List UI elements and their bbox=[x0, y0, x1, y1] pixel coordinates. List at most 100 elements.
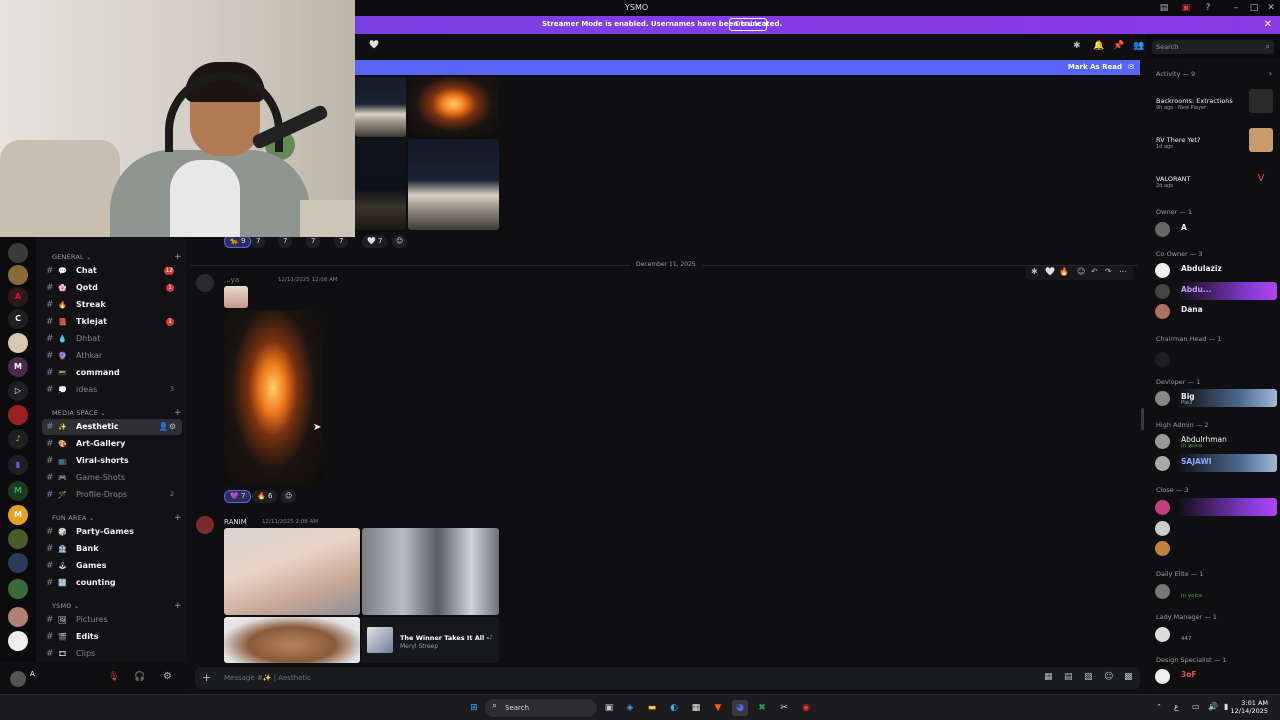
gif-icon[interactable]: ▤ bbox=[1064, 672, 1073, 682]
gallery-image[interactable] bbox=[355, 77, 406, 137]
minimize-icon[interactable]: – bbox=[1230, 2, 1242, 14]
channel-games[interactable]: # 🕹 Games bbox=[42, 558, 182, 574]
channel-art-gallery[interactable]: # 🎨 Art-Gallery bbox=[42, 436, 182, 452]
reaction-pill[interactable]: 🔥 6 bbox=[252, 490, 278, 503]
member-item[interactable] bbox=[1153, 539, 1277, 557]
member-item[interactable]: SAJAWI bbox=[1153, 454, 1277, 472]
taskbar-clock[interactable]: 3:01 AM 12/14/2025 bbox=[1231, 699, 1268, 715]
heart-reaction-icon[interactable]: 🤍 bbox=[1045, 267, 1055, 276]
channel-streak[interactable]: # 🔥 Streak bbox=[42, 297, 182, 313]
channel-counting[interactable]: # 🔢 counting bbox=[42, 575, 182, 591]
channel-profile-drops[interactable]: # 🪄 Profile-Drops 2 bbox=[42, 487, 182, 503]
sticker-image[interactable] bbox=[224, 286, 248, 308]
forward-icon[interactable]: ↷ bbox=[1105, 267, 1112, 276]
channel-edits[interactable]: # 🎬 Edits bbox=[42, 629, 182, 645]
capcut-icon[interactable]: ✂ bbox=[776, 700, 792, 716]
server-icon[interactable] bbox=[8, 553, 28, 573]
channel-bank[interactable]: # 🏦 Bank bbox=[42, 541, 182, 557]
add-channel-icon[interactable]: + bbox=[174, 408, 182, 418]
attach-plus-icon[interactable]: + bbox=[202, 671, 211, 684]
server-icon[interactable] bbox=[8, 631, 28, 651]
server-icon[interactable]: M bbox=[8, 505, 28, 525]
network-icon[interactable]: ▭ bbox=[1192, 702, 1200, 711]
category-ysmo[interactable]: YSMO ⌄ + bbox=[52, 601, 182, 611]
server-icon[interactable]: ▮ bbox=[8, 455, 28, 475]
react-icon[interactable]: ✱ bbox=[1031, 267, 1038, 276]
channel-ideas[interactable]: # 💭 ideas 3 bbox=[42, 382, 182, 398]
add-channel-icon[interactable]: + bbox=[174, 513, 182, 523]
add-channel-icon[interactable]: + bbox=[174, 601, 182, 611]
inbox-icon[interactable]: ▤ bbox=[1158, 2, 1170, 14]
add-reaction-icon[interactable]: ☺ bbox=[281, 490, 297, 503]
discord-icon[interactable]: ◕ bbox=[732, 700, 748, 716]
threads-icon[interactable]: ✱ bbox=[1073, 41, 1081, 51]
server-icon[interactable] bbox=[8, 579, 28, 599]
close-banner-icon[interactable]: ✕ bbox=[1264, 19, 1272, 30]
message-image[interactable] bbox=[362, 528, 499, 615]
member-item[interactable]: Abdu... bbox=[1153, 282, 1277, 300]
member-item[interactable]: 3oF bbox=[1153, 667, 1277, 685]
member-list-icon[interactable]: 👥 bbox=[1133, 41, 1144, 51]
channel-viral-shorts[interactable]: # 📺 Viral-shorts bbox=[42, 453, 182, 469]
server-icon[interactable]: C bbox=[8, 309, 28, 329]
close-window-icon[interactable]: ✕ bbox=[1265, 2, 1277, 14]
windows-start-icon[interactable]: ⊞ bbox=[466, 700, 482, 716]
channel-party-games[interactable]: # 🎲 Party-Games bbox=[42, 524, 182, 540]
sticker-icon[interactable]: ▧ bbox=[1084, 672, 1093, 682]
excel-icon[interactable]: ✖ bbox=[754, 700, 770, 716]
channel-athkar[interactable]: # 🔮 Athkar bbox=[42, 348, 182, 364]
member-item[interactable]: 447 bbox=[1153, 625, 1277, 643]
music-card[interactable]: The Winner Takes It All - Meryl Streep ♪ bbox=[362, 617, 499, 663]
category-fun-area[interactable]: FUN AREA ⌄ + bbox=[52, 513, 182, 523]
member-item[interactable]: A bbox=[1153, 220, 1277, 238]
mute-mic-icon[interactable]: 🎙 bbox=[108, 672, 119, 682]
member-item[interactable]: Abdulaziz bbox=[1153, 261, 1277, 279]
tray-chevron-icon[interactable]: ⌃ bbox=[1156, 703, 1162, 711]
category-general[interactable]: GENERAL ⌄ + bbox=[52, 252, 182, 262]
gallery-image[interactable] bbox=[408, 77, 499, 137]
server-icon[interactable] bbox=[8, 405, 28, 425]
add-channel-icon[interactable]: + bbox=[174, 252, 182, 262]
category-media-space[interactable]: MEDIA SPACE ⌄ + bbox=[52, 408, 182, 418]
server-icon[interactable]: A bbox=[8, 287, 28, 307]
copilot-icon[interactable]: ◈ bbox=[622, 700, 638, 716]
add-reaction-icon[interactable]: ☺ bbox=[1077, 267, 1085, 276]
channel-tklejat[interactable]: # 📕 Tklejat 1 bbox=[42, 314, 182, 330]
channel-pictures[interactable]: # 🖼 Pictures bbox=[42, 612, 182, 628]
taskbar-search[interactable]: ⌕ Search bbox=[485, 699, 597, 717]
edge-icon[interactable]: ◐ bbox=[666, 700, 682, 716]
deafen-icon[interactable]: 🎧 bbox=[134, 672, 145, 682]
store-icon[interactable]: ▦ bbox=[688, 700, 704, 716]
battery-icon[interactable]: ▮ bbox=[1224, 702, 1228, 711]
member-item[interactable]: Abdulrhman In voice bbox=[1153, 432, 1277, 450]
server-icon[interactable] bbox=[8, 333, 28, 353]
member-item[interactable]: Big Pie2 bbox=[1153, 389, 1277, 407]
message-image[interactable] bbox=[224, 617, 360, 663]
member-item[interactable] bbox=[1153, 519, 1277, 537]
activity-card[interactable]: RV There Yet? 1d ago bbox=[1153, 124, 1277, 158]
server-icon[interactable] bbox=[8, 607, 28, 627]
volume-icon[interactable]: 🔊 bbox=[1208, 702, 1218, 711]
message-author[interactable]: ...ya bbox=[224, 276, 239, 284]
record-icon[interactable]: ▣ bbox=[1180, 2, 1192, 14]
task-view-icon[interactable]: ▣ bbox=[601, 700, 617, 716]
pin-icon[interactable]: 📌 bbox=[1113, 41, 1124, 51]
server-icon[interactable]: ♪ bbox=[8, 429, 28, 449]
channel-clips[interactable]: # 🎞 Clips bbox=[42, 646, 182, 662]
chat-scrollbar[interactable] bbox=[1141, 408, 1144, 430]
member-item[interactable] bbox=[1153, 350, 1277, 368]
channel-game-shots[interactable]: # 🎮 Game-Shots bbox=[42, 470, 182, 486]
maximize-icon[interactable]: □ bbox=[1248, 2, 1260, 14]
language-icon[interactable]: ع bbox=[1174, 702, 1179, 711]
disable-streamer-button[interactable]: Disable bbox=[729, 18, 767, 31]
channel-qotd[interactable]: # 🌸 Qotd 1 bbox=[42, 280, 182, 296]
mark-as-read-label[interactable]: Mark As Read bbox=[1068, 63, 1122, 71]
message-author[interactable]: RANIM bbox=[224, 518, 247, 526]
server-icon[interactable]: M bbox=[8, 357, 28, 377]
server-icon[interactable]: M bbox=[8, 481, 28, 501]
server-icon[interactable] bbox=[8, 265, 28, 285]
avatar[interactable] bbox=[196, 274, 214, 292]
message-image[interactable] bbox=[224, 310, 322, 484]
emoji-icon[interactable]: ☺ bbox=[1104, 672, 1113, 682]
chevron-right-icon[interactable]: › bbox=[1269, 69, 1272, 78]
